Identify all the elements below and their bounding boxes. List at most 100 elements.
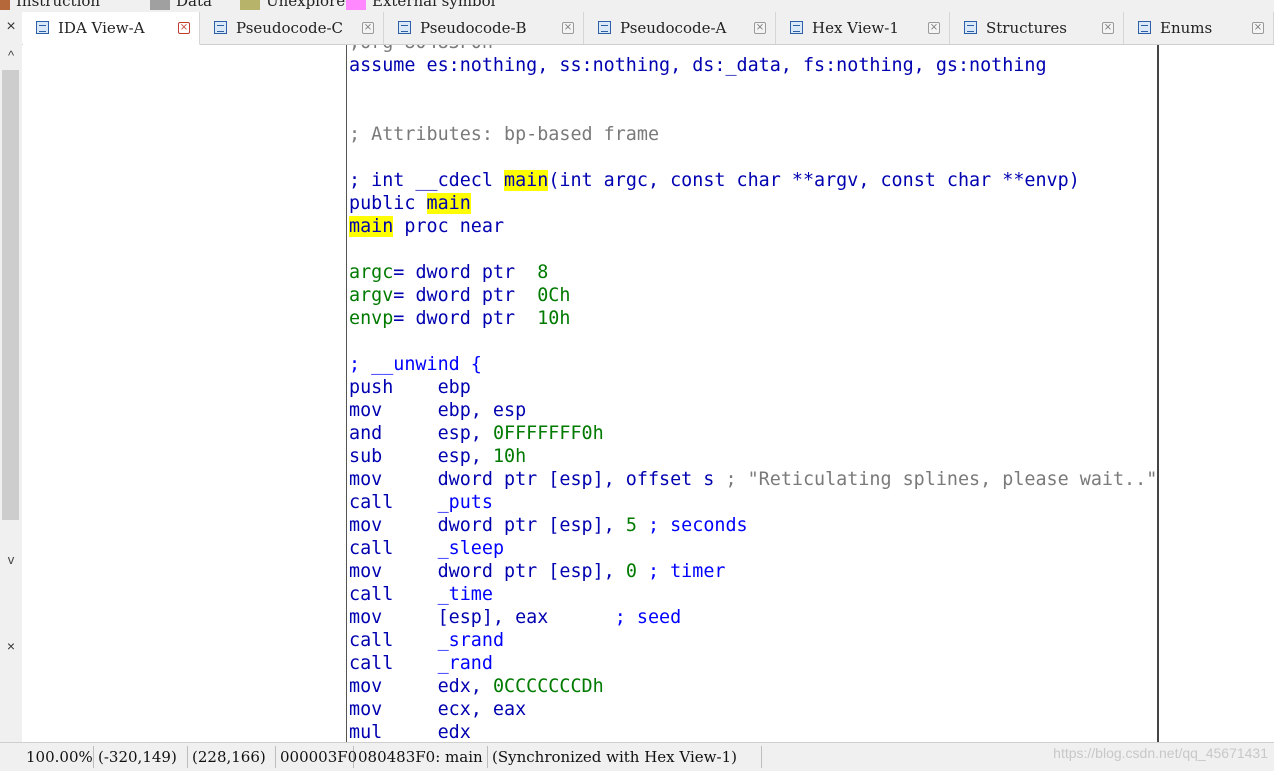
code-line[interactable]: public main [349, 192, 1157, 215]
code-token: argc [349, 262, 394, 283]
code-token: ; seconds [636, 515, 748, 536]
code-token: mul edx [349, 722, 471, 742]
code-line[interactable]: mov edx, 0CCCCCCCDh [349, 675, 1157, 698]
tab-label: Structures [986, 19, 1067, 37]
code-line[interactable]: call _sleep [349, 537, 1157, 560]
code-line[interactable]: sub esp, 10h [349, 445, 1157, 468]
tab-close-icon[interactable]: × [1102, 22, 1114, 34]
code-line[interactable]: argc= dword ptr 8 [349, 261, 1157, 284]
tab-pseudocode-b[interactable]: Pseudocode-B × [384, 12, 584, 44]
code-token: _sleep [437, 538, 505, 559]
view-icon [398, 21, 411, 34]
code-token: mov [esp], eax [349, 607, 615, 628]
code-line[interactable]: and esp, 0FFFFFFF0h [349, 422, 1157, 445]
close-icon[interactable]: × [0, 12, 23, 44]
graph-view[interactable]: ;org 80483F0h assume es:nothing, ss:nothi… [22, 45, 1274, 742]
legend-item: Unexplored [240, 0, 355, 12]
code-token: 5 [625, 515, 637, 536]
tab-hex-view-1[interactable]: Hex View-1 × [776, 12, 950, 44]
code-token: assume es:nothing, ss:nothing, ds:_data,… [349, 55, 1047, 76]
code-line[interactable]: call _srand [349, 629, 1157, 652]
status-address: 080483F0: main [354, 746, 488, 768]
status-zoom: 100.00% [22, 746, 94, 768]
code-token: 0 [625, 561, 637, 582]
status-graph-coords: (-320,149) [94, 746, 188, 768]
tab-structures[interactable]: Structures × [950, 12, 1124, 44]
code-line[interactable]: push ebp [349, 376, 1157, 399]
code-line[interactable]: argv= dword ptr 0Ch [349, 284, 1157, 307]
tab-ida-view-a[interactable]: IDA View-A × [22, 12, 200, 45]
tab-close-icon[interactable]: × [178, 22, 190, 34]
code-line[interactable]: ; Attributes: bp-based frame [349, 123, 1157, 146]
code-line[interactable] [349, 100, 1157, 123]
code-line[interactable]: ; __unwind { [349, 353, 1157, 376]
status-bar: 100.00% (-320,149) (228,166) 000003F0 08… [0, 742, 1274, 771]
highlighted-symbol[interactable]: main [504, 170, 549, 191]
code-token: call [349, 630, 438, 651]
code-line[interactable]: mov dword ptr [esp], offset s ; "Reticul… [349, 468, 1157, 491]
tab-close-icon[interactable]: × [362, 22, 374, 34]
code-token: = dword ptr [393, 285, 538, 306]
tab-pseudocode-a[interactable]: Pseudocode-A × [584, 12, 776, 44]
legend-swatch [346, 0, 366, 10]
code-block-node[interactable]: ;org 80483F0h assume es:nothing, ss:nothi… [346, 45, 1159, 742]
code-line[interactable]: mov dword ptr [esp], 5 ; seconds [349, 514, 1157, 537]
tab-bar: × IDA View-A × Pseudocode-C × Pseudocode-B × P… [0, 12, 1274, 45]
code-line[interactable]: call _puts [349, 491, 1157, 514]
code-token: 10h [537, 308, 571, 329]
left-panel-strip: ^ v × [0, 44, 23, 742]
code-token: _puts [437, 492, 493, 513]
tab-close-icon[interactable]: × [562, 22, 574, 34]
code-token: ; int __cdecl [349, 170, 505, 191]
code-line[interactable]: ; int __cdecl main(int argc, const char … [349, 169, 1157, 192]
code-line[interactable]: envp= dword ptr 10h [349, 307, 1157, 330]
tab-label: Enums [1160, 19, 1213, 37]
code-token: public [349, 193, 427, 214]
code-token: 0FFFFFFF0h [492, 423, 604, 444]
close-icon[interactable]: × [0, 634, 22, 658]
view-icon [790, 21, 803, 34]
code-line[interactable]: ;org 80483F0h [349, 45, 1157, 54]
tab-label: Hex View-1 [812, 19, 899, 37]
code-token: call [349, 584, 438, 605]
chevron-down-icon[interactable]: v [0, 548, 22, 572]
legend-label: External symbol [372, 0, 496, 10]
code-line[interactable]: mov dword ptr [esp], 0 ; timer [349, 560, 1157, 583]
code-line[interactable]: assume es:nothing, ss:nothing, ds:_data,… [349, 54, 1157, 77]
legend-swatch [240, 0, 260, 10]
highlighted-symbol[interactable]: main [349, 216, 394, 237]
watermark-text: https://blog.csdn.net/qq_45671431 [1053, 745, 1268, 761]
legend-item: Instruction [0, 0, 100, 12]
tab-pseudocode-c[interactable]: Pseudocode-C × [200, 12, 384, 44]
code-line[interactable] [349, 238, 1157, 261]
tab-close-icon[interactable]: × [754, 22, 766, 34]
chevron-up-icon[interactable]: ^ [0, 44, 22, 68]
code-token: (int argc, const char **argv, const char… [548, 170, 1080, 191]
code-line[interactable] [349, 77, 1157, 100]
code-line[interactable]: mov [esp], eax ; seed [349, 606, 1157, 629]
tab-label: Pseudocode-B [420, 19, 527, 37]
code-line[interactable]: mov ecx, eax [349, 698, 1157, 721]
highlighted-symbol[interactable]: main [426, 193, 471, 214]
code-line[interactable]: call _time [349, 583, 1157, 606]
code-line[interactable]: main proc near [349, 215, 1157, 238]
code-token: = dword ptr [393, 308, 538, 329]
code-line[interactable] [349, 146, 1157, 169]
code-token: mov ecx, eax [349, 699, 527, 720]
tab-label: IDA View-A [58, 19, 145, 37]
code-line[interactable] [349, 330, 1157, 353]
code-line[interactable]: mov ebp, esp [349, 399, 1157, 422]
tab-close-icon[interactable]: × [1252, 22, 1264, 34]
code-token: mov dword ptr [esp], offset s [349, 469, 726, 490]
scrollbar-thumb[interactable] [2, 70, 19, 520]
tab-label: Pseudocode-C [236, 19, 344, 37]
code-line[interactable]: call _rand [349, 652, 1157, 675]
tab-label: Pseudocode-A [620, 19, 727, 37]
code-line[interactable]: mul edx [349, 721, 1157, 742]
code-token: ; __unwind { [349, 354, 482, 375]
code-token: call [349, 538, 438, 559]
tab-enums[interactable]: Enums × [1124, 12, 1274, 44]
tab-close-icon[interactable]: × [928, 22, 940, 34]
view-icon [36, 21, 49, 34]
legend-item: Data [150, 0, 212, 12]
